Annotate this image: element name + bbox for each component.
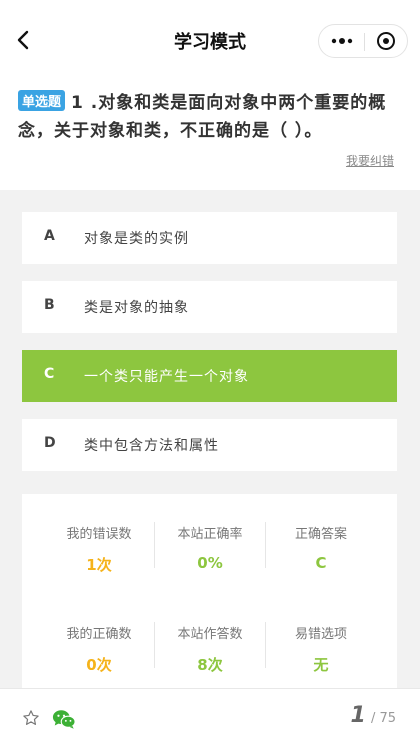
bottom-toolbar: 1 / 75 bbox=[0, 688, 420, 747]
option-letter: A bbox=[44, 228, 55, 244]
stat-value: 1次 bbox=[86, 556, 112, 574]
nav-bar: 学习模式 bbox=[0, 0, 420, 80]
question-line-1: 单选题 1 .对象和类是面向对象中两个重要的概 bbox=[18, 88, 402, 113]
star-icon[interactable] bbox=[22, 709, 40, 727]
option-letter: B bbox=[44, 297, 55, 313]
stat-value: 0% bbox=[197, 554, 223, 572]
stat-site-accuracy: 本站正确率 0% bbox=[155, 523, 265, 572]
question-text-2: 念，关于对象和类，不正确的是（ ）。 bbox=[18, 121, 323, 141]
stat-label: 我的错误数 bbox=[66, 527, 132, 542]
stat-value: 8次 bbox=[197, 656, 223, 674]
stat-site-answer-count: 本站作答数 8次 bbox=[155, 623, 265, 675]
stat-value: C bbox=[315, 554, 327, 572]
option-c[interactable]: C 一个类只能产生一个对象 bbox=[22, 350, 397, 402]
total-question-count: / 75 bbox=[370, 711, 396, 726]
stat-value: 无 bbox=[313, 656, 329, 674]
option-text: 一个类只能产生一个对象 bbox=[84, 369, 249, 385]
wechat-icon[interactable] bbox=[52, 708, 76, 730]
option-text: 类是对象的抽象 bbox=[84, 300, 189, 316]
question-pager: 1 / 75 bbox=[351, 703, 396, 728]
more-dots-icon[interactable] bbox=[319, 25, 364, 57]
stat-correct-answer: 正确答案 C bbox=[266, 523, 376, 572]
stat-my-correct-count: 我的正确数 0次 bbox=[44, 623, 154, 675]
option-text: 类中包含方法和属性 bbox=[84, 438, 219, 454]
stat-label: 本站正确率 bbox=[177, 527, 243, 542]
stat-label: 正确答案 bbox=[294, 527, 347, 542]
mini-program-capsule bbox=[318, 24, 408, 58]
question-type-badge: 单选题 bbox=[18, 90, 66, 111]
current-question-number: 1 bbox=[350, 703, 366, 728]
question-text-1: 1 .对象和类是面向对象中两个重要的概 bbox=[71, 93, 387, 113]
stat-label: 我的正确数 bbox=[66, 627, 132, 642]
question-block: 单选题 1 .对象和类是面向对象中两个重要的概 念，关于对象和类，不正确的是（ ）… bbox=[0, 80, 420, 190]
option-d[interactable]: D 类中包含方法和属性 bbox=[22, 419, 397, 471]
stat-my-wrong-count: 我的错误数 1次 bbox=[44, 523, 154, 575]
option-text: 对象是类的实例 bbox=[84, 231, 189, 247]
option-b[interactable]: B 类是对象的抽象 bbox=[22, 281, 397, 333]
target-circle-icon[interactable] bbox=[365, 25, 408, 57]
option-letter: C bbox=[44, 366, 55, 382]
option-letter: D bbox=[44, 435, 56, 451]
stat-common-wrong-option: 易错选项 无 bbox=[266, 623, 376, 675]
answer-stats-panel: 我的错误数 1次 本站正确率 0% 正确答案 C 我的正确数 0次 本站作答数 … bbox=[22, 494, 397, 690]
stat-value: 0次 bbox=[86, 656, 112, 674]
report-error-link[interactable]: 我要纠错 bbox=[346, 152, 394, 169]
option-a[interactable]: A 对象是类的实例 bbox=[22, 212, 397, 264]
stat-label: 易错选项 bbox=[294, 627, 347, 642]
stat-label: 本站作答数 bbox=[177, 627, 243, 642]
